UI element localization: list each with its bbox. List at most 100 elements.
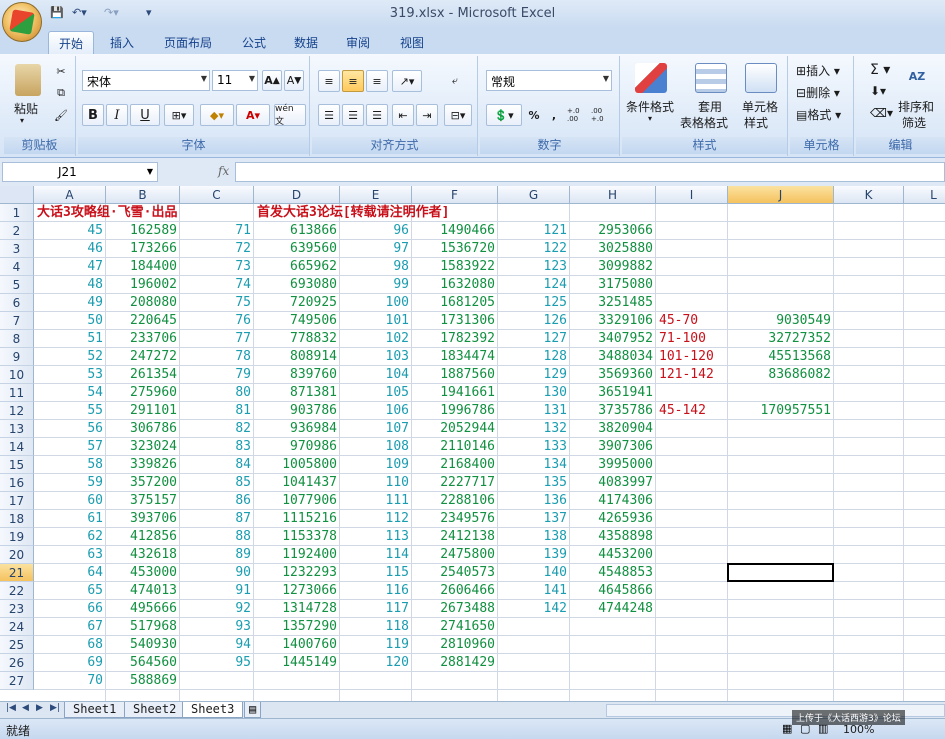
- borders-icon[interactable]: ⊞▾: [164, 104, 194, 126]
- row-header-15[interactable]: 15: [0, 456, 34, 474]
- cell-b3[interactable]: 173266: [106, 240, 180, 258]
- cell-a3[interactable]: 46: [34, 240, 106, 258]
- cell-f8[interactable]: 1782392: [412, 330, 498, 348]
- cell-d25[interactable]: 1400760: [254, 636, 340, 654]
- insert-sheet-icon[interactable]: ▤: [244, 702, 262, 718]
- cell-c16[interactable]: 85: [180, 474, 254, 492]
- cell-b26[interactable]: 564560: [106, 654, 180, 672]
- cell-g4[interactable]: 123: [498, 258, 570, 276]
- paste-icon[interactable]: [10, 60, 46, 100]
- cell-d11[interactable]: 871381: [254, 384, 340, 402]
- cell-b13[interactable]: 306786: [106, 420, 180, 438]
- cell-d12[interactable]: 903786: [254, 402, 340, 420]
- cell-e14[interactable]: 108: [340, 438, 412, 456]
- cell-h5[interactable]: 3175080: [570, 276, 656, 294]
- cell-c22[interactable]: 91: [180, 582, 254, 600]
- cell-e15[interactable]: 109: [340, 456, 412, 474]
- cell-e26[interactable]: 120: [340, 654, 412, 672]
- cell-c13[interactable]: 82: [180, 420, 254, 438]
- cell-g20[interactable]: 139: [498, 546, 570, 564]
- cell-a21[interactable]: 64: [34, 564, 106, 582]
- cell-b9[interactable]: 247272: [106, 348, 180, 366]
- cell-j8[interactable]: 32727352: [728, 330, 834, 348]
- cell-d16[interactable]: 1041437: [254, 474, 340, 492]
- cell-d14[interactable]: 970986: [254, 438, 340, 456]
- align-top-icon[interactable]: ≡: [318, 70, 340, 92]
- cell-h15[interactable]: 3995000: [570, 456, 656, 474]
- cell-g11[interactable]: 130: [498, 384, 570, 402]
- cell-h21[interactable]: 4548853: [570, 564, 656, 582]
- cell-f11[interactable]: 1941661: [412, 384, 498, 402]
- column-header-i[interactable]: I: [656, 186, 728, 204]
- cell-b4[interactable]: 184400: [106, 258, 180, 276]
- cell-b14[interactable]: 323024: [106, 438, 180, 456]
- align-left-icon[interactable]: ☰: [318, 104, 340, 126]
- cell-a13[interactable]: 56: [34, 420, 106, 438]
- cell-b11[interactable]: 275960: [106, 384, 180, 402]
- font-name-combo[interactable]: 宋体 ▼: [82, 70, 210, 91]
- cell-e12[interactable]: 106: [340, 402, 412, 420]
- cell-f22[interactable]: 2606466: [412, 582, 498, 600]
- percent-style-button[interactable]: %: [524, 104, 544, 126]
- cell-c5[interactable]: 74: [180, 276, 254, 294]
- cell-b12[interactable]: 291101: [106, 402, 180, 420]
- row-header-14[interactable]: 14: [0, 438, 34, 456]
- cell-e2[interactable]: 96: [340, 222, 412, 240]
- column-header-j[interactable]: J: [728, 186, 834, 204]
- column-header-f[interactable]: F: [412, 186, 498, 204]
- row-header-19[interactable]: 19: [0, 528, 34, 546]
- row-header-5[interactable]: 5: [0, 276, 34, 294]
- cell-c9[interactable]: 78: [180, 348, 254, 366]
- cell-c12[interactable]: 81: [180, 402, 254, 420]
- row-header-10[interactable]: 10: [0, 366, 34, 384]
- cell-b27[interactable]: 588869: [106, 672, 180, 690]
- cell-a5[interactable]: 48: [34, 276, 106, 294]
- cell-c11[interactable]: 80: [180, 384, 254, 402]
- cell-d10[interactable]: 839760: [254, 366, 340, 384]
- cell-e4[interactable]: 98: [340, 258, 412, 276]
- cell-a1[interactable]: 大话3攻略组·飞雪·出品: [34, 204, 254, 222]
- format-cells-button[interactable]: ▤格式 ▾: [796, 106, 841, 123]
- row-header-16[interactable]: 16: [0, 474, 34, 492]
- column-header-k[interactable]: K: [834, 186, 904, 204]
- cell-a18[interactable]: 61: [34, 510, 106, 528]
- cell-d19[interactable]: 1153378: [254, 528, 340, 546]
- cell-h19[interactable]: 4358898: [570, 528, 656, 546]
- column-header-d[interactable]: D: [254, 186, 340, 204]
- row-header-8[interactable]: 8: [0, 330, 34, 348]
- cell-h4[interactable]: 3099882: [570, 258, 656, 276]
- cell-j9[interactable]: 45513568: [728, 348, 834, 366]
- cell-a2[interactable]: 45: [34, 222, 106, 240]
- grow-font-icon[interactable]: A ▲: [262, 70, 282, 91]
- cell-d6[interactable]: 720925: [254, 294, 340, 312]
- last-sheet-icon[interactable]: ▶|: [50, 703, 60, 713]
- cell-j7[interactable]: 9030549: [728, 312, 834, 330]
- sheet-tab-sheet2[interactable]: Sheet2: [124, 702, 186, 718]
- cell-e6[interactable]: 100: [340, 294, 412, 312]
- row-header-18[interactable]: 18: [0, 510, 34, 528]
- cell-d17[interactable]: 1077906: [254, 492, 340, 510]
- cell-g2[interactable]: 121: [498, 222, 570, 240]
- cell-h20[interactable]: 4453200: [570, 546, 656, 564]
- cell-a9[interactable]: 52: [34, 348, 106, 366]
- cell-g16[interactable]: 135: [498, 474, 570, 492]
- row-header-7[interactable]: 7: [0, 312, 34, 330]
- column-header-g[interactable]: G: [498, 186, 570, 204]
- cell-c19[interactable]: 88: [180, 528, 254, 546]
- cell-f21[interactable]: 2540573: [412, 564, 498, 582]
- first-sheet-icon[interactable]: |◀: [6, 703, 16, 713]
- cell-g22[interactable]: 141: [498, 582, 570, 600]
- cell-h10[interactable]: 3569360: [570, 366, 656, 384]
- font-color-icon[interactable]: A ▾: [236, 104, 270, 126]
- office-button[interactable]: [2, 2, 42, 42]
- cell-h16[interactable]: 4083997: [570, 474, 656, 492]
- column-header-l[interactable]: L: [904, 186, 945, 204]
- cell-g14[interactable]: 133: [498, 438, 570, 456]
- cell-b21[interactable]: 453000: [106, 564, 180, 582]
- cell-a8[interactable]: 51: [34, 330, 106, 348]
- cell-h18[interactable]: 4265936: [570, 510, 656, 528]
- cell-styles-line2[interactable]: 样式: [744, 114, 768, 131]
- cell-c10[interactable]: 79: [180, 366, 254, 384]
- cell-f5[interactable]: 1632080: [412, 276, 498, 294]
- row-header-23[interactable]: 23: [0, 600, 34, 618]
